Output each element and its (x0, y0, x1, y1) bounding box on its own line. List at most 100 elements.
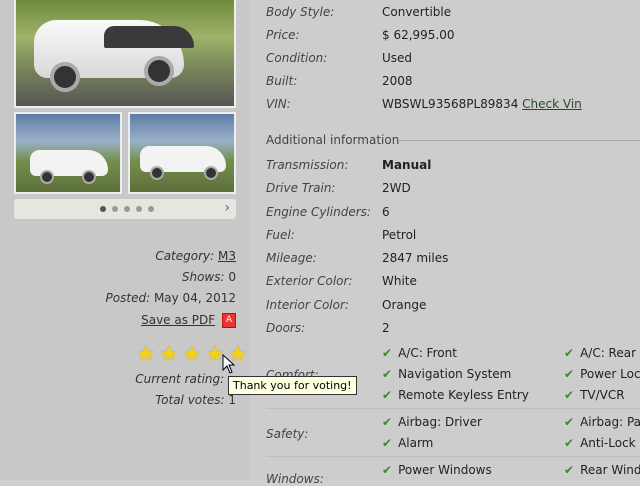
save-pdf-link[interactable]: Save as PDF (141, 313, 215, 327)
save-pdf-row: Save as PDF A (141, 313, 236, 328)
spec-label: Interior Color: (266, 298, 349, 312)
spec-value: Orange (382, 298, 427, 312)
feature-item: ✔ Alarm (382, 436, 434, 450)
check-icon: ✔ (382, 388, 393, 402)
row-divider (266, 408, 640, 409)
pager-dot[interactable] (112, 206, 118, 212)
feature-item: ✔ A/C: Rear (564, 346, 637, 360)
pager-dot[interactable] (136, 206, 142, 212)
current-rating-label: Current rating: (135, 372, 225, 386)
spec-label: Exterior Color: (266, 274, 353, 288)
section-divider (398, 140, 640, 141)
posted-row: Posted: May 04, 2012 (106, 291, 236, 305)
spec-label: Drive Train: (266, 181, 336, 195)
spec-label: Doors: (266, 321, 306, 335)
check-icon: ✔ (564, 367, 575, 381)
star-icon[interactable]: ★ (159, 344, 179, 366)
total-votes-row: Total votes: 1 (155, 393, 236, 407)
feature-item: ✔ Navigation System (382, 367, 512, 381)
spec-value: Convertible (382, 5, 452, 19)
check-icon: ✔ (382, 436, 393, 450)
mouse-pointer-icon (222, 354, 236, 374)
spec-label: Body Style: (266, 5, 335, 19)
spec-value: Used (382, 51, 413, 65)
spec-label: Transmission: (266, 158, 349, 172)
spec-label: Built: (266, 74, 298, 88)
spec-value: $ 62,995.00 (382, 28, 455, 42)
feature-item: ✔ Power Windows (382, 463, 492, 477)
shows-label: Shows: (181, 270, 225, 284)
pager-dot[interactable] (124, 206, 130, 212)
spec-label: Price: (266, 28, 300, 42)
check-icon: ✔ (382, 367, 393, 381)
feature-item: ✔Power Lock (564, 367, 640, 381)
thumbnail-1[interactable] (14, 112, 122, 194)
total-votes-label: Total votes: (155, 393, 225, 407)
spec-value: 2 (382, 321, 390, 335)
feature-item: ✔ TV/VCR (564, 388, 625, 402)
windows-label: Windows: (266, 472, 324, 486)
check-icon: ✔ (564, 346, 575, 360)
wheel-shape (82, 170, 96, 184)
category-row: Category: M3 (155, 249, 236, 263)
main-car-photo[interactable] (14, 0, 236, 108)
spec-value: 2847 miles (382, 251, 449, 265)
pager-dot[interactable] (148, 206, 154, 212)
check-icon: ✔ (564, 388, 575, 402)
shows-row: Shows: 0 (182, 270, 236, 284)
wheel-shape (144, 56, 174, 86)
category-label: Category: (155, 249, 215, 263)
spec-label: Engine Cylinders: (266, 205, 371, 219)
check-icon: ✔ (564, 463, 575, 477)
safety-label: Safety: (266, 427, 309, 441)
wheel-shape (40, 170, 54, 184)
spec-value: Manual (382, 158, 432, 172)
spec-value: 2008 (382, 74, 413, 88)
right-column: Body Style: Convertible Price: $ 62,995.… (250, 0, 640, 486)
total-votes-value: 1 (228, 393, 236, 407)
spec-label: Mileage: (266, 251, 317, 265)
spec-label: Condition: (266, 51, 328, 65)
posted-value: May 04, 2012 (153, 291, 236, 305)
thumbnail-2[interactable] (128, 112, 236, 194)
pdf-icon[interactable]: A (222, 313, 236, 328)
feature-item: ✔ Rear Wind (564, 463, 640, 477)
feature-item: ✔ Airbag: Driver (382, 415, 482, 429)
spec-label: Fuel: (266, 228, 295, 242)
vote-tooltip: Thank you for voting! (228, 376, 357, 395)
check-icon: ✔ (564, 415, 575, 429)
star-icon[interactable]: ★ (182, 344, 202, 366)
check-icon: ✔ (564, 436, 575, 450)
spec-value: White (382, 274, 417, 288)
car-window-shape (104, 26, 194, 48)
spec-value: 6 (382, 205, 390, 219)
left-column: › Category: M3 Shows: 0 Posted: May 04, … (0, 0, 250, 480)
gallery-pager: › (14, 199, 236, 219)
wheel-shape (50, 62, 80, 92)
current-rating-row: Current rating: (135, 372, 236, 386)
feature-item: ✔ Airbag: Pa (564, 415, 640, 429)
check-icon: ✔ (382, 346, 393, 360)
row-divider (266, 456, 640, 457)
chevron-right-icon[interactable]: › (224, 200, 230, 216)
wheel-shape (204, 166, 218, 180)
posted-label: Posted: (105, 291, 151, 305)
wheel-shape (150, 166, 164, 180)
additional-info-title: Additional information (266, 133, 400, 147)
feature-item: ✔ A/C: Front (382, 346, 457, 360)
feature-item: ✔ Remote Keyless Entry (382, 388, 529, 402)
vin-row: WBSWL93568PL89834 Check Vin (382, 97, 582, 111)
category-link[interactable]: M3 (218, 249, 236, 263)
check-vin-link[interactable]: Check Vin (522, 97, 582, 111)
pager-dot[interactable] (100, 206, 106, 212)
check-icon: ✔ (382, 463, 393, 477)
spec-value: 2WD (382, 181, 411, 195)
thumbnail-strip (14, 112, 236, 196)
check-icon: ✔ (382, 415, 393, 429)
vin-value: WBSWL93568PL89834 (382, 97, 519, 111)
shows-value: 0 (228, 270, 236, 284)
spec-label: VIN: (266, 97, 291, 111)
star-icon[interactable]: ★ (136, 344, 156, 366)
feature-item: ✔Anti-Lock B (564, 436, 640, 450)
spec-value: Petrol (382, 228, 417, 242)
